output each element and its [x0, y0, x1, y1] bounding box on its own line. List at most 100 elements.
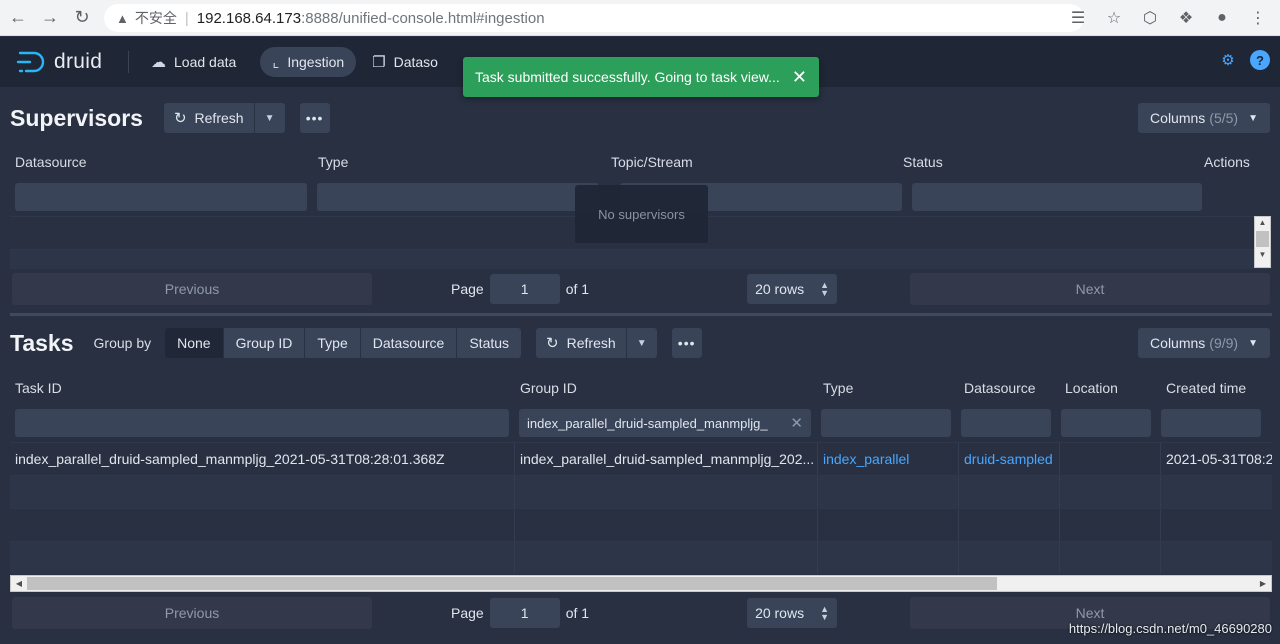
- tasks-page-input[interactable]: 1: [489, 598, 560, 628]
- address-separator: |: [184, 9, 189, 27]
- tasks-title: Tasks: [10, 329, 74, 356]
- scroll-up-icon[interactable]: ▲: [1255, 217, 1270, 229]
- insecure-label: 不安全: [134, 10, 177, 26]
- supervisors-refresh-button[interactable]: ↻ Refresh: [163, 103, 254, 133]
- filter-status-input[interactable]: [912, 183, 1202, 211]
- scroll-left-icon[interactable]: ◀: [11, 579, 27, 588]
- supervisors-next-button[interactable]: Next: [910, 273, 1270, 305]
- header-datasource[interactable]: Datasource: [959, 380, 1060, 396]
- back-icon[interactable]: ←: [4, 4, 32, 32]
- cell-group-id[interactable]: index_parallel_druid-sampled_manmpljg_20…: [515, 443, 818, 475]
- groupby-label: Group by: [93, 335, 152, 351]
- scroll-thumb[interactable]: [1256, 231, 1269, 247]
- cell-datasource[interactable]: druid-sampled: [959, 443, 1060, 475]
- supervisors-page-input[interactable]: 1: [489, 274, 560, 304]
- menu-dots-icon[interactable]: ⋮: [1244, 4, 1272, 32]
- nav-load-data[interactable]: ☁ Load data: [139, 47, 248, 77]
- table-row-empty: [10, 541, 1272, 574]
- groupby-status[interactable]: Status: [457, 328, 522, 358]
- nav-load-data-label: Load data: [174, 54, 237, 70]
- filter-created-time-input[interactable]: [1161, 409, 1261, 437]
- header-created-time[interactable]: Created time: [1161, 380, 1271, 396]
- header-status[interactable]: Status: [898, 154, 1199, 170]
- filter-datasource-input[interactable]: [961, 409, 1051, 437]
- ingestion-icon: ⌞: [272, 54, 280, 71]
- header-task-id[interactable]: Task ID: [10, 380, 515, 396]
- tasks-columns-button[interactable]: Columns (9/9) ▼: [1138, 328, 1270, 358]
- translate-icon[interactable]: ☰: [1064, 4, 1092, 32]
- browser-toolbar: ← → ↻ ▲ 不安全 | 192.168.64.173 :8888/unifi…: [0, 0, 1280, 36]
- cell-type[interactable]: index_parallel: [818, 443, 959, 475]
- groupby-group-id[interactable]: Group ID: [223, 328, 306, 358]
- groupby-type[interactable]: Type: [305, 328, 361, 358]
- reload-icon[interactable]: ↻: [68, 4, 96, 32]
- tasks-horizontal-scrollbar[interactable]: ◀ ▶: [10, 575, 1272, 592]
- table-row-empty: [10, 475, 1272, 508]
- supervisors-refresh-label: Refresh: [194, 110, 244, 126]
- filter-task-id-input[interactable]: [15, 409, 509, 437]
- table-row[interactable]: index_parallel_druid-sampled_manmpljg_20…: [10, 442, 1272, 475]
- header-type[interactable]: Type: [818, 380, 959, 396]
- cell-empty: [1060, 509, 1161, 541]
- tasks-page-of: of 1: [565, 605, 590, 621]
- tasks-rows-label: 20 rows: [755, 605, 805, 621]
- nav-datasources[interactable]: ❐ Dataso: [360, 47, 450, 77]
- tasks-header: Tasks Group by None Group ID Type Dataso…: [0, 320, 1280, 366]
- supervisors-previous-button[interactable]: Previous: [12, 273, 372, 305]
- caret-down-icon: ▼: [1248, 112, 1258, 124]
- help-icon[interactable]: ?: [1250, 50, 1270, 70]
- scroll-down-icon[interactable]: ▼: [1255, 249, 1270, 261]
- scroll-right-icon[interactable]: ▶: [1255, 579, 1271, 588]
- filter-type-input[interactable]: [821, 409, 951, 437]
- groupby-datasource[interactable]: Datasource: [360, 328, 458, 358]
- clear-filter-icon[interactable]: ✕: [790, 414, 803, 432]
- scroll-thumb[interactable]: [27, 577, 997, 590]
- updown-icon: ▲ ▼: [820, 280, 830, 298]
- header-type[interactable]: Type: [313, 154, 606, 170]
- druid-logo[interactable]: druid: [16, 49, 116, 75]
- filter-location-input[interactable]: [1061, 409, 1151, 437]
- cell-empty: [959, 476, 1060, 508]
- header-location[interactable]: Location: [1060, 380, 1161, 396]
- watermark: https://blog.csdn.net/m0_46690280: [1068, 621, 1272, 636]
- tasks-more-button[interactable]: •••: [671, 328, 702, 358]
- supervisors-rows-select[interactable]: 20 rows ▲ ▼: [747, 274, 838, 304]
- supervisors-title: Supervisors: [10, 104, 143, 131]
- cell-empty: [10, 542, 515, 574]
- tasks-refresh-dropdown[interactable]: ▼: [626, 328, 657, 358]
- header-datasource[interactable]: Datasource: [10, 154, 313, 170]
- supervisors-page-label: Page: [451, 281, 484, 297]
- cell-empty: [515, 542, 818, 574]
- tasks-refresh-button[interactable]: ↻ Refresh: [536, 328, 626, 358]
- supervisors-table-header: Datasource Type Topic/Stream Status Acti…: [10, 146, 1272, 178]
- profile-icon[interactable]: ●: [1208, 4, 1236, 32]
- star-icon[interactable]: ☆: [1100, 4, 1128, 32]
- header-group-id[interactable]: Group ID: [515, 380, 818, 396]
- tasks-refresh-label: Refresh: [566, 335, 616, 351]
- address-bar[interactable]: ▲ 不安全 | 192.168.64.173 :8888/unified-con…: [104, 4, 1084, 32]
- filter-group-id-input[interactable]: index_parallel_druid-sampled_manmpljg_ ✕: [519, 409, 811, 437]
- cell-task-id[interactable]: index_parallel_druid-sampled_manmpljg_20…: [10, 443, 515, 475]
- groupby-none[interactable]: None: [165, 328, 224, 358]
- supervisors-refresh-dropdown[interactable]: ▼: [254, 103, 285, 133]
- warning-icon: ▲: [116, 10, 129, 26]
- settings-gear-icon[interactable]: ⚙: [1218, 50, 1238, 70]
- tasks-previous-button[interactable]: Previous: [12, 597, 372, 629]
- extension-cube-icon[interactable]: ⬡: [1136, 4, 1164, 32]
- supervisors-more-button[interactable]: •••: [299, 103, 330, 133]
- cell-empty: [515, 476, 818, 508]
- no-supervisors-message: No supervisors: [575, 185, 708, 243]
- supervisors-vertical-scrollbar[interactable]: ▲ ▼: [1254, 216, 1271, 268]
- cell-created-time: 2021-05-31T08:28:0: [1166, 451, 1272, 467]
- supervisors-columns-button[interactable]: Columns (5/5) ▼: [1138, 103, 1270, 133]
- forward-icon[interactable]: →: [36, 4, 64, 32]
- nav-ingestion[interactable]: ⌞ Ingestion: [260, 47, 357, 77]
- filter-datasource-input[interactable]: [15, 183, 307, 211]
- filter-type-input[interactable]: [317, 183, 599, 211]
- header-topic-stream[interactable]: Topic/Stream: [606, 154, 898, 170]
- refresh-icon: ↻: [173, 110, 187, 127]
- tasks-table: Task ID Group ID Type Datasource Locatio…: [10, 372, 1272, 575]
- puzzle-icon[interactable]: ❖: [1172, 4, 1200, 32]
- toast-close-icon[interactable]: ✕: [792, 67, 807, 88]
- tasks-rows-select[interactable]: 20 rows ▲ ▼: [747, 598, 838, 628]
